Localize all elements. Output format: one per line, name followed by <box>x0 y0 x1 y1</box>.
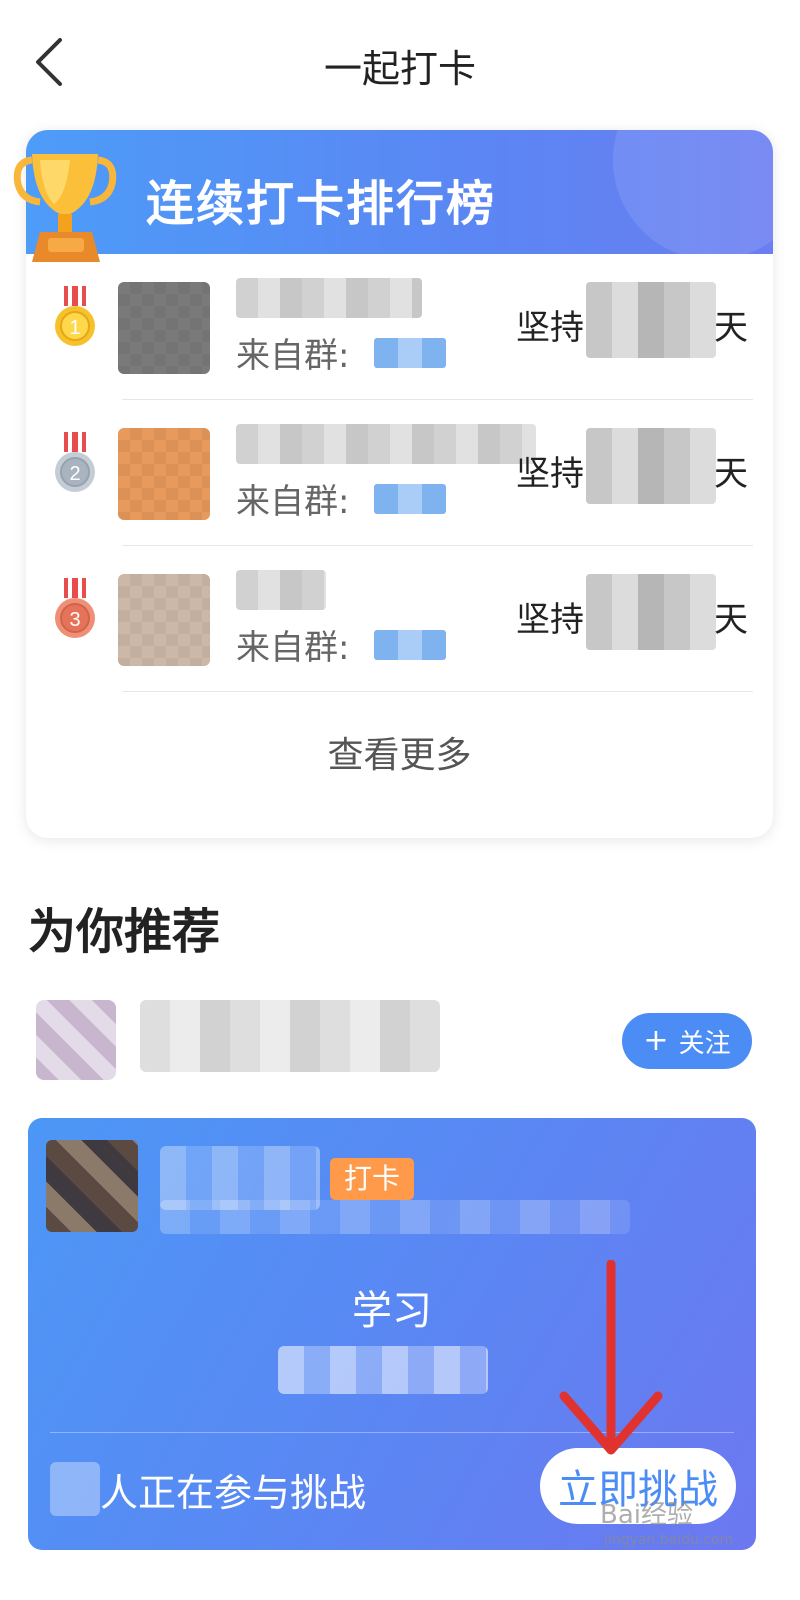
page-title: 一起打卡 <box>323 47 476 91</box>
persist-label: 坚持 <box>516 600 584 640</box>
from-group-label: 来自群: <box>236 336 350 376</box>
rank-number: 1 <box>69 317 80 339</box>
ranking-title: 连续打卡排行榜 <box>146 176 497 232</box>
streak-days <box>586 428 716 504</box>
ranking-banner: 连续打卡排行榜 <box>26 130 773 260</box>
user-name <box>236 570 326 610</box>
recommend-user-name <box>140 1000 440 1072</box>
ranking-row[interactable]: 2 来自群: 坚持 天 <box>26 400 773 546</box>
recommend-avatar[interactable] <box>36 1000 116 1080</box>
watermark-url: jingyan.baidu.com <box>604 1532 734 1548</box>
avatar[interactable] <box>118 574 210 666</box>
ranking-card: 连续打卡排行榜 1 来自群: 坚持 天 2 来自群: 坚持 天 3 来自群: 坚… <box>26 130 773 838</box>
follow-label: 关注 <box>678 1028 731 1059</box>
banner-decoration <box>613 130 773 260</box>
rank-number: 3 <box>69 609 80 631</box>
challenge-avatar <box>46 1140 138 1232</box>
group-name <box>374 484 446 514</box>
persist-label: 坚持 <box>516 308 584 348</box>
watermark: Bai经验 <box>600 1500 693 1530</box>
user-name <box>236 278 422 318</box>
trophy-icon <box>13 154 117 262</box>
challenge-subtitle <box>160 1200 630 1234</box>
recommend-title: 为你推荐 <box>28 904 221 960</box>
plus-icon: + <box>643 1023 669 1058</box>
from-group-label: 来自群: <box>236 628 350 668</box>
gold-medal-icon: 1 <box>55 286 95 346</box>
streak-days <box>586 574 716 650</box>
group-name <box>374 338 446 368</box>
ranking-row[interactable]: 1 来自群: 坚持 天 <box>26 254 773 400</box>
silver-medal-icon: 2 <box>55 432 95 492</box>
annotation-arrow-icon <box>559 1260 663 1455</box>
avatar[interactable] <box>118 282 210 374</box>
see-more-link[interactable]: 查看更多 <box>26 726 773 778</box>
days-unit: 天 <box>714 454 748 494</box>
days-unit: 天 <box>714 600 748 640</box>
persist-label: 坚持 <box>516 454 584 494</box>
participant-count <box>50 1462 100 1516</box>
divider <box>122 691 753 692</box>
from-group-label: 来自群: <box>236 482 350 522</box>
follow-button[interactable]: + 关注 <box>622 1013 752 1069</box>
group-name <box>374 630 446 660</box>
user-name <box>236 424 536 464</box>
checkin-tag: 打卡 <box>330 1158 415 1200</box>
avatar[interactable] <box>118 428 210 520</box>
participants-label: 人正在参与挑战 <box>100 1471 367 1515</box>
ranking-row[interactable]: 3 来自群: 坚持 天 <box>26 546 773 692</box>
rank-number: 2 <box>69 463 80 485</box>
challenge-detail <box>278 1346 488 1394</box>
streak-days <box>586 282 716 358</box>
days-unit: 天 <box>714 308 748 348</box>
bronze-medal-icon: 3 <box>55 578 95 638</box>
